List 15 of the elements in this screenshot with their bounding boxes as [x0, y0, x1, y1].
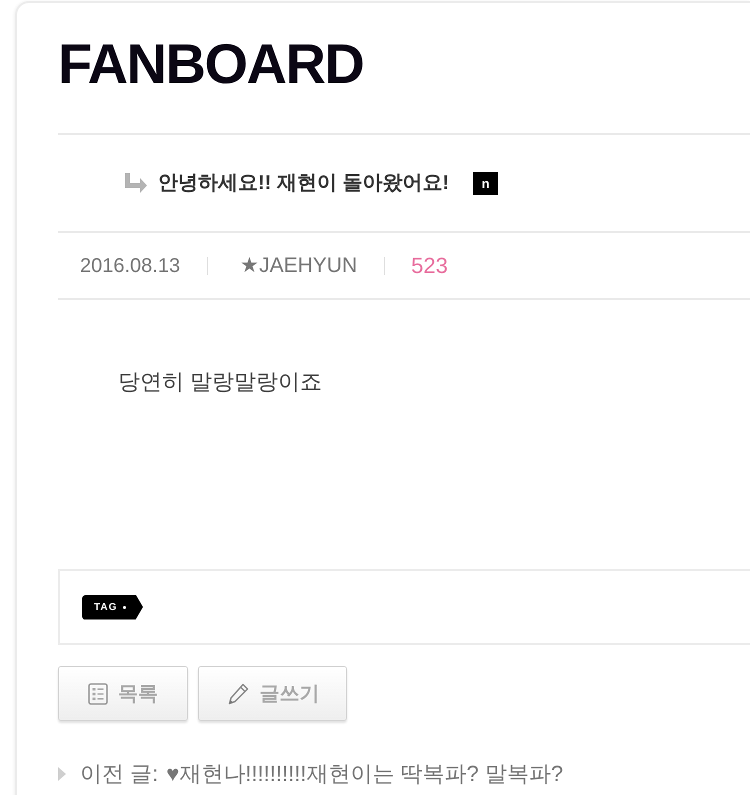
- previous-post-label: 이전 글:: [80, 760, 158, 788]
- author-name: ★JAEHYUN: [240, 252, 358, 279]
- post-title: 안녕하세요!! 재현이 돌아왔어요!: [158, 171, 450, 196]
- tag-label: TAG: [82, 594, 143, 620]
- previous-post-link[interactable]: ♥재현나!!!!!!!!!!재현이는 딱복파? 말복파?: [166, 757, 564, 790]
- post-date: 2016.08.13: [80, 254, 180, 278]
- triangle-icon: [58, 766, 66, 780]
- reply-arrow-icon: [122, 173, 148, 193]
- write-button[interactable]: 글쓰기: [198, 666, 347, 721]
- list-button[interactable]: 목록: [58, 666, 188, 721]
- logo: FANBOARD: [58, 36, 364, 92]
- post-body: 당연히 말랑말랑이죠: [118, 368, 324, 396]
- list-icon: [88, 682, 108, 704]
- view-count: 523: [411, 252, 448, 280]
- new-badge: n: [473, 172, 498, 194]
